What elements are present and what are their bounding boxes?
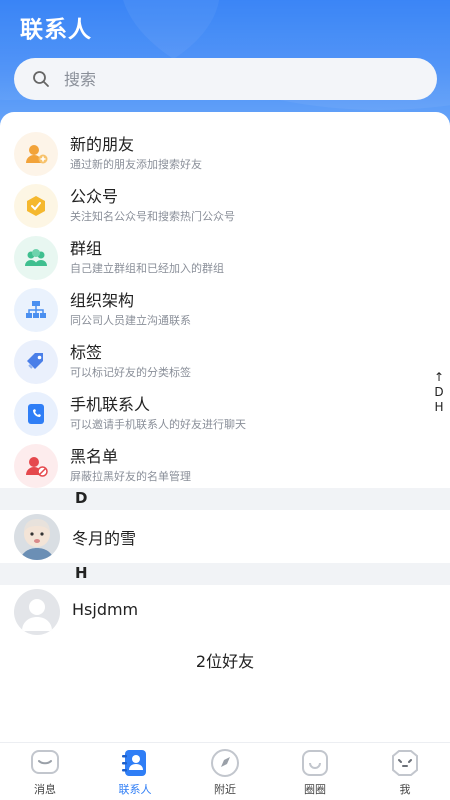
index-up-arrow[interactable]: ↑	[430, 370, 448, 385]
phone-contacts-item[interactable]: 手机联系人 可以邀请手机联系人的好友进行聊天	[0, 389, 450, 441]
tab-moments[interactable]: 圈圈	[270, 743, 360, 800]
index-letter-d[interactable]: D	[430, 385, 448, 400]
avatar	[14, 514, 60, 560]
item-subtitle: 自己建立群组和已经加入的群组	[70, 262, 224, 275]
org-structure-item[interactable]: 组织架构 同公司人员建立沟通联系	[0, 285, 450, 337]
new-friend-icon	[14, 132, 58, 176]
index-letter-h[interactable]: H	[430, 400, 448, 415]
contacts-icon	[122, 750, 146, 776]
section-header-h: H	[0, 563, 450, 585]
section-letter: H	[75, 564, 88, 582]
header: 联系人	[0, 0, 450, 130]
section-letter: D	[75, 489, 88, 507]
me-icon	[392, 750, 418, 776]
friend-count: 2位好友	[195, 652, 255, 671]
item-title: 标签	[70, 343, 103, 362]
search-input[interactable]	[64, 69, 404, 89]
alphabet-index[interactable]: ↑ D H	[430, 370, 448, 415]
item-title: 黑名单	[70, 447, 119, 466]
friend-name: 冬月的雪	[72, 529, 137, 548]
blacklist-icon	[14, 444, 58, 488]
item-title: 群组	[70, 239, 103, 258]
official-account-icon	[14, 184, 58, 228]
tab-contacts[interactable]: 联系人	[90, 743, 180, 800]
item-title: 新的朋友	[70, 135, 135, 154]
default-avatar	[14, 589, 60, 635]
page-title: 联系人	[20, 17, 92, 43]
tab-nearby[interactable]: 附近	[180, 743, 270, 800]
blacklist-item[interactable]: 黑名单 屏蔽拉黑好友的名单管理	[0, 441, 450, 493]
groups-item[interactable]: 群组 自己建立群组和已经加入的群组	[0, 233, 450, 285]
item-title: 手机联系人	[70, 395, 151, 414]
contacts-panel: 新的朋友 通过新的朋友添加搜索好友 公众号 关注知名公众号和搜索热门公众号 群组…	[0, 112, 450, 742]
tab-label: 附近	[214, 783, 236, 796]
item-subtitle: 通过新的朋友添加搜索好友	[70, 158, 202, 171]
bottom-tab-bar: 消息 联系人 附近 圈圈 我	[0, 742, 450, 800]
tab-label: 圈圈	[304, 783, 326, 796]
item-subtitle: 屏蔽拉黑好友的名单管理	[70, 470, 191, 483]
tab-me[interactable]: 我	[360, 743, 450, 800]
item-subtitle: 可以标记好友的分类标签	[70, 366, 191, 379]
tab-label: 消息	[34, 783, 56, 796]
item-subtitle: 可以邀请手机联系人的好友进行聊天	[70, 418, 246, 431]
tab-label: 联系人	[118, 783, 152, 796]
group-icon	[14, 236, 58, 280]
tab-messages[interactable]: 消息	[0, 743, 90, 800]
item-title: 公众号	[70, 187, 119, 206]
moments-icon	[302, 750, 328, 776]
new-friends-item[interactable]: 新的朋友 通过新的朋友添加搜索好友	[0, 129, 450, 181]
item-title: 组织架构	[70, 291, 135, 310]
tag-icon	[14, 340, 58, 384]
phone-contact-icon	[14, 392, 58, 436]
friend-row[interactable]: 冬月的雪	[0, 512, 450, 562]
friend-name: Hsjdmm	[72, 600, 139, 619]
search-icon	[33, 71, 49, 87]
search-bar[interactable]	[14, 58, 437, 100]
section-header-d: D	[0, 488, 450, 510]
tags-item[interactable]: 标签 可以标记好友的分类标签	[0, 337, 450, 389]
official-accounts-item[interactable]: 公众号 关注知名公众号和搜索热门公众号	[0, 181, 450, 233]
message-icon	[31, 750, 59, 774]
tab-label: 我	[399, 783, 411, 796]
nearby-icon	[211, 749, 239, 777]
item-subtitle: 关注知名公众号和搜索热门公众号	[70, 210, 235, 223]
org-structure-icon	[14, 288, 58, 332]
item-subtitle: 同公司人员建立沟通联系	[70, 314, 191, 327]
friend-row[interactable]: Hsjdmm	[0, 587, 450, 637]
